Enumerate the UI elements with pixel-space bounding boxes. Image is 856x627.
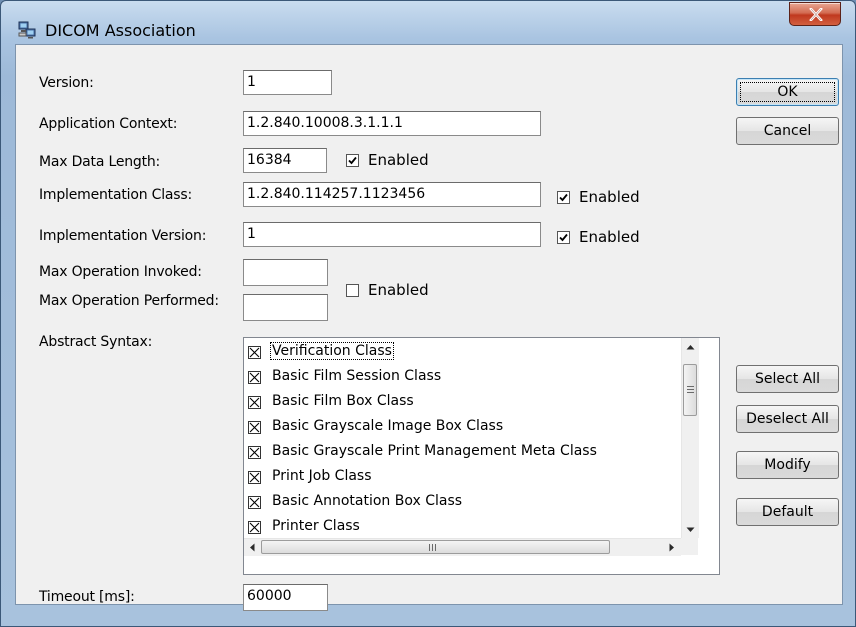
cancel-button[interactable]: Cancel bbox=[736, 117, 839, 145]
implementation-class-label: Implementation Class: bbox=[39, 187, 192, 203]
max-operation-performed-label: Max Operation Performed: bbox=[39, 293, 219, 309]
max-data-length-enabled-checkbox[interactable]: Enabled bbox=[346, 151, 456, 169]
dialog-window: DICOM Association Version: 1 Application… bbox=[0, 0, 856, 627]
abstract-syntax-item-label: Print Job Class bbox=[272, 468, 372, 484]
abstract-syntax-item-label: Printer Class bbox=[272, 518, 360, 534]
horizontal-scrollbar[interactable] bbox=[244, 538, 681, 556]
abstract-syntax-items: Verification Class Basic Film Session Cla… bbox=[244, 338, 681, 538]
checkbox-box bbox=[557, 191, 570, 204]
max-operation-invoked-field[interactable] bbox=[243, 259, 328, 286]
max-data-length-label: Max Data Length: bbox=[39, 154, 161, 170]
abstract-syntax-item-label: Verification Class bbox=[270, 342, 394, 360]
max-operation-performed-field[interactable] bbox=[243, 294, 328, 321]
timeout-label: Timeout [ms]: bbox=[39, 589, 135, 605]
default-button-label: Default bbox=[761, 504, 814, 520]
horizontal-scroll-thumb[interactable] bbox=[261, 540, 610, 554]
x-checkbox-icon[interactable] bbox=[248, 371, 261, 384]
modify-button-label: Modify bbox=[764, 457, 811, 473]
max-operation-invoked-label: Max Operation Invoked: bbox=[39, 264, 202, 280]
modify-button[interactable]: Modify bbox=[736, 451, 839, 479]
scroll-up-arrow-icon[interactable] bbox=[686, 344, 695, 350]
implementation-class-enabled-label: Enabled bbox=[579, 188, 640, 206]
x-checkbox-icon[interactable] bbox=[248, 396, 261, 409]
implementation-version-field[interactable]: 1 bbox=[243, 222, 541, 247]
application-context-field[interactable]: 1.2.840.10008.3.1.1.1 bbox=[243, 111, 541, 136]
abstract-syntax-item-label: Basic Annotation Box Class bbox=[272, 493, 463, 509]
implementation-version-enabled-label: Enabled bbox=[579, 228, 640, 246]
scroll-left-arrow-icon[interactable] bbox=[249, 543, 255, 552]
implementation-version-enabled-checkbox[interactable]: Enabled bbox=[557, 228, 667, 246]
x-checkbox-icon[interactable] bbox=[248, 521, 261, 534]
abstract-syntax-item-label: Basic Film Box Class bbox=[272, 393, 414, 409]
window-title: DICOM Association bbox=[45, 21, 196, 40]
implementation-class-field[interactable]: 1.2.840.114257.1123456 bbox=[243, 182, 541, 207]
max-operation-enabled-checkbox[interactable]: Enabled bbox=[346, 281, 456, 299]
scroll-corner bbox=[681, 538, 698, 555]
timeout-field[interactable]: 60000 bbox=[243, 584, 328, 611]
max-data-length-enabled-label: Enabled bbox=[368, 151, 429, 169]
max-operation-enabled-label: Enabled bbox=[368, 281, 429, 299]
vertical-scrollbar[interactable] bbox=[681, 338, 699, 538]
focus-rectangle bbox=[740, 82, 835, 102]
select-all-button[interactable]: Select All bbox=[736, 365, 839, 393]
x-checkbox-icon[interactable] bbox=[248, 496, 261, 509]
checkbox-box bbox=[346, 154, 359, 167]
checkmark-icon bbox=[559, 233, 568, 242]
grip-icon bbox=[429, 544, 436, 551]
default-button[interactable]: Default bbox=[736, 498, 839, 526]
checkbox-box bbox=[557, 231, 570, 244]
deselect-all-button-label: Deselect All bbox=[746, 411, 829, 427]
implementation-version-label: Implementation Version: bbox=[39, 228, 207, 244]
close-x-icon bbox=[809, 8, 823, 21]
cancel-button-label: Cancel bbox=[763, 123, 812, 139]
select-all-button-label: Select All bbox=[755, 371, 820, 387]
implementation-class-enabled-checkbox[interactable]: Enabled bbox=[557, 188, 667, 206]
version-field[interactable]: 1 bbox=[243, 70, 332, 95]
network-computers-icon bbox=[18, 21, 36, 39]
version-label: Version: bbox=[39, 75, 94, 91]
checkmark-icon bbox=[559, 193, 568, 202]
checkbox-box bbox=[346, 284, 359, 297]
checkmark-icon bbox=[348, 156, 357, 165]
close-button[interactable] bbox=[789, 2, 841, 26]
grip-icon bbox=[687, 386, 694, 393]
max-data-length-field[interactable]: 16384 bbox=[243, 148, 327, 173]
x-checkbox-icon[interactable] bbox=[248, 421, 261, 434]
abstract-syntax-listbox[interactable]: Verification Class Basic Film Session Cla… bbox=[243, 337, 720, 575]
dialog-client-area: Version: 1 Application Context: 1.2.840.… bbox=[15, 44, 843, 611]
abstract-syntax-item-label: Basic Grayscale Image Box Class bbox=[272, 418, 504, 434]
scroll-down-arrow-icon[interactable] bbox=[686, 527, 695, 533]
scroll-right-arrow-icon[interactable] bbox=[669, 543, 675, 552]
abstract-syntax-item-label: Basic Grayscale Print Management Meta Cl… bbox=[272, 443, 597, 459]
x-checkbox-icon[interactable] bbox=[248, 471, 261, 484]
x-checkbox-icon[interactable] bbox=[248, 346, 261, 359]
abstract-syntax-item-label: Basic Film Session Class bbox=[272, 368, 442, 384]
deselect-all-button[interactable]: Deselect All bbox=[736, 405, 839, 433]
x-checkbox-icon[interactable] bbox=[248, 446, 261, 459]
vertical-scroll-thumb[interactable] bbox=[683, 364, 697, 416]
abstract-syntax-label: Abstract Syntax: bbox=[39, 334, 153, 350]
ok-button[interactable]: OK bbox=[736, 78, 839, 106]
application-context-label: Application Context: bbox=[39, 116, 178, 132]
